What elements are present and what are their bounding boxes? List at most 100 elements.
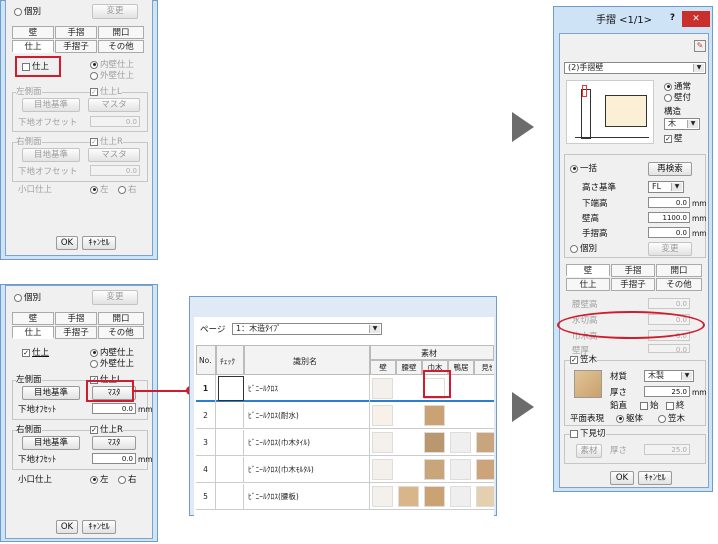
- radio-plan-kasagi[interactable]: 笠木: [658, 414, 685, 424]
- tab-finish[interactable]: 仕上: [566, 278, 610, 291]
- edge-start-checkbox[interactable]: 始: [640, 401, 659, 411]
- cancel-button[interactable]: ｷｬﾝｾﾙ: [82, 520, 116, 534]
- height-base-select[interactable]: FL ▼: [648, 181, 684, 193]
- joint-base-button[interactable]: 目地基準: [22, 386, 80, 400]
- sozai-button[interactable]: 素材: [576, 444, 602, 458]
- radio-wall-mount[interactable]: 壁付: [664, 93, 691, 103]
- tab-handrail[interactable]: 手摺: [611, 264, 655, 277]
- eyedropper-icon[interactable]: ✎: [694, 40, 706, 52]
- joint-base-button-r[interactable]: 目地基準: [22, 148, 80, 162]
- radio-left[interactable]: 左: [90, 475, 109, 485]
- finish-checkbox[interactable]: ✓ 仕上: [22, 348, 49, 358]
- ok-button[interactable]: OK: [610, 471, 634, 485]
- row-check-cell[interactable]: [218, 457, 244, 482]
- material-swatch[interactable]: [398, 378, 419, 399]
- tab-wall[interactable]: 壁: [12, 312, 54, 325]
- radio-plan-wall[interactable]: 躯体: [616, 414, 643, 424]
- edge-end-checkbox[interactable]: 終: [666, 401, 685, 411]
- tab-opening[interactable]: 開口: [98, 312, 144, 325]
- material-swatch[interactable]: [372, 405, 393, 426]
- material-swatch[interactable]: [424, 405, 445, 426]
- material-swatch[interactable]: [450, 405, 471, 426]
- wall-height-input[interactable]: 1100.0: [648, 212, 690, 223]
- tab-finish[interactable]: 仕上: [12, 326, 54, 339]
- tab-baluster[interactable]: 手摺子: [55, 40, 97, 53]
- research-button[interactable]: 再検索: [648, 162, 692, 176]
- radio-individual[interactable]: 個別: [570, 244, 597, 254]
- radio-bulk[interactable]: 一括: [570, 164, 597, 174]
- radio-inner-finish[interactable]: 内壁仕上: [90, 348, 134, 358]
- material-swatch[interactable]: [424, 459, 445, 480]
- tab-handrail[interactable]: 手摺: [55, 312, 97, 325]
- offset-input-r[interactable]: 0.0: [90, 165, 140, 176]
- change-button[interactable]: 変更: [92, 290, 138, 305]
- tab-handrail[interactable]: 手摺: [55, 26, 97, 39]
- radio-outer-finish[interactable]: 外壁仕上: [90, 71, 134, 81]
- row-check-cell[interactable]: [218, 403, 244, 428]
- joint-base-button[interactable]: 目地基準: [22, 98, 80, 112]
- row-check-cell[interactable]: [218, 484, 244, 509]
- ok-button[interactable]: OK: [56, 520, 78, 534]
- radio-individual[interactable]: 個別: [14, 293, 41, 303]
- finish-r-check[interactable]: ✓ 仕上R: [90, 137, 123, 147]
- material-swatch[interactable]: [372, 378, 393, 399]
- radio-left[interactable]: 左: [90, 185, 109, 195]
- offset-input[interactable]: 0.0: [90, 116, 140, 127]
- finish-l-check[interactable]: ✓ 仕上L: [90, 87, 122, 97]
- finish-r-check[interactable]: ✓ 仕上R: [90, 425, 123, 435]
- bottom-height-input[interactable]: 0.0: [648, 197, 690, 208]
- tab-wall[interactable]: 壁: [566, 264, 610, 277]
- row-check-cell[interactable]: [218, 376, 244, 401]
- offset-input-r[interactable]: 0.0: [92, 453, 136, 464]
- material-swatch[interactable]: [450, 432, 471, 453]
- material-swatch[interactable]: [476, 405, 494, 426]
- radio-right[interactable]: 右: [118, 475, 137, 485]
- thickness-input[interactable]: 25.0: [644, 386, 690, 397]
- wall-checkbox[interactable]: ✓ 壁: [664, 134, 683, 144]
- waist-wall-input[interactable]: 0.0: [648, 298, 690, 309]
- change-button[interactable]: 変更: [92, 4, 138, 19]
- structure-select[interactable]: 木 ▼: [664, 118, 700, 130]
- tab-finish[interactable]: 仕上: [12, 40, 54, 53]
- radio-outer-finish[interactable]: 外壁仕上: [90, 359, 134, 369]
- material-swatch[interactable]: [450, 486, 471, 507]
- wood-texture-swatch[interactable]: [574, 370, 602, 398]
- tab-opening[interactable]: 開口: [98, 26, 144, 39]
- cancel-button[interactable]: ｷｬﾝｾﾙ: [82, 236, 116, 250]
- rail-height-input[interactable]: 0.0: [648, 227, 690, 238]
- ok-button[interactable]: OK: [56, 236, 78, 250]
- tab-other[interactable]: その他: [98, 40, 144, 53]
- radio-right[interactable]: 右: [118, 185, 137, 195]
- radio-normal[interactable]: 通常: [664, 82, 691, 92]
- material-swatch[interactable]: [450, 459, 471, 480]
- material-swatch[interactable]: [476, 459, 494, 480]
- material-swatch[interactable]: [476, 378, 494, 399]
- wall-thickness-input[interactable]: 0.0: [648, 344, 690, 354]
- material-swatch[interactable]: [450, 378, 471, 399]
- mikiri-thickness-input[interactable]: 25.0: [644, 444, 690, 455]
- material-swatch[interactable]: [398, 459, 419, 480]
- change-button[interactable]: 変更: [648, 242, 692, 256]
- material-swatch[interactable]: [398, 432, 419, 453]
- offset-input[interactable]: 0.0: [92, 403, 136, 414]
- page-select[interactable]: 1：木造ﾀｲﾌﾟ ▼: [232, 323, 382, 335]
- material-select[interactable]: 木製 ▼: [644, 370, 694, 382]
- material-swatch[interactable]: [424, 432, 445, 453]
- material-swatch[interactable]: [476, 486, 494, 507]
- material-swatch[interactable]: [424, 486, 445, 507]
- mikiri-checkbox[interactable]: 下見切: [570, 429, 606, 439]
- close-button[interactable]: ✕: [682, 11, 710, 27]
- joint-base-button-r[interactable]: 目地基準: [22, 436, 80, 450]
- material-swatch[interactable]: [476, 432, 494, 453]
- master-button-r[interactable]: ﾏｽﾀ: [92, 436, 136, 450]
- material-swatch[interactable]: [398, 405, 419, 426]
- master-button[interactable]: マスタ: [88, 98, 140, 112]
- material-swatch[interactable]: [372, 486, 393, 507]
- row-check-cell[interactable]: [218, 430, 244, 455]
- material-swatch[interactable]: [372, 459, 393, 480]
- tab-baluster[interactable]: 手摺子: [611, 278, 655, 291]
- kasagi-checkbox[interactable]: ✓ 笠木: [570, 355, 598, 365]
- material-swatch[interactable]: [398, 486, 419, 507]
- master-button-r[interactable]: マスタ: [88, 148, 140, 162]
- tab-baluster[interactable]: 手摺子: [55, 326, 97, 339]
